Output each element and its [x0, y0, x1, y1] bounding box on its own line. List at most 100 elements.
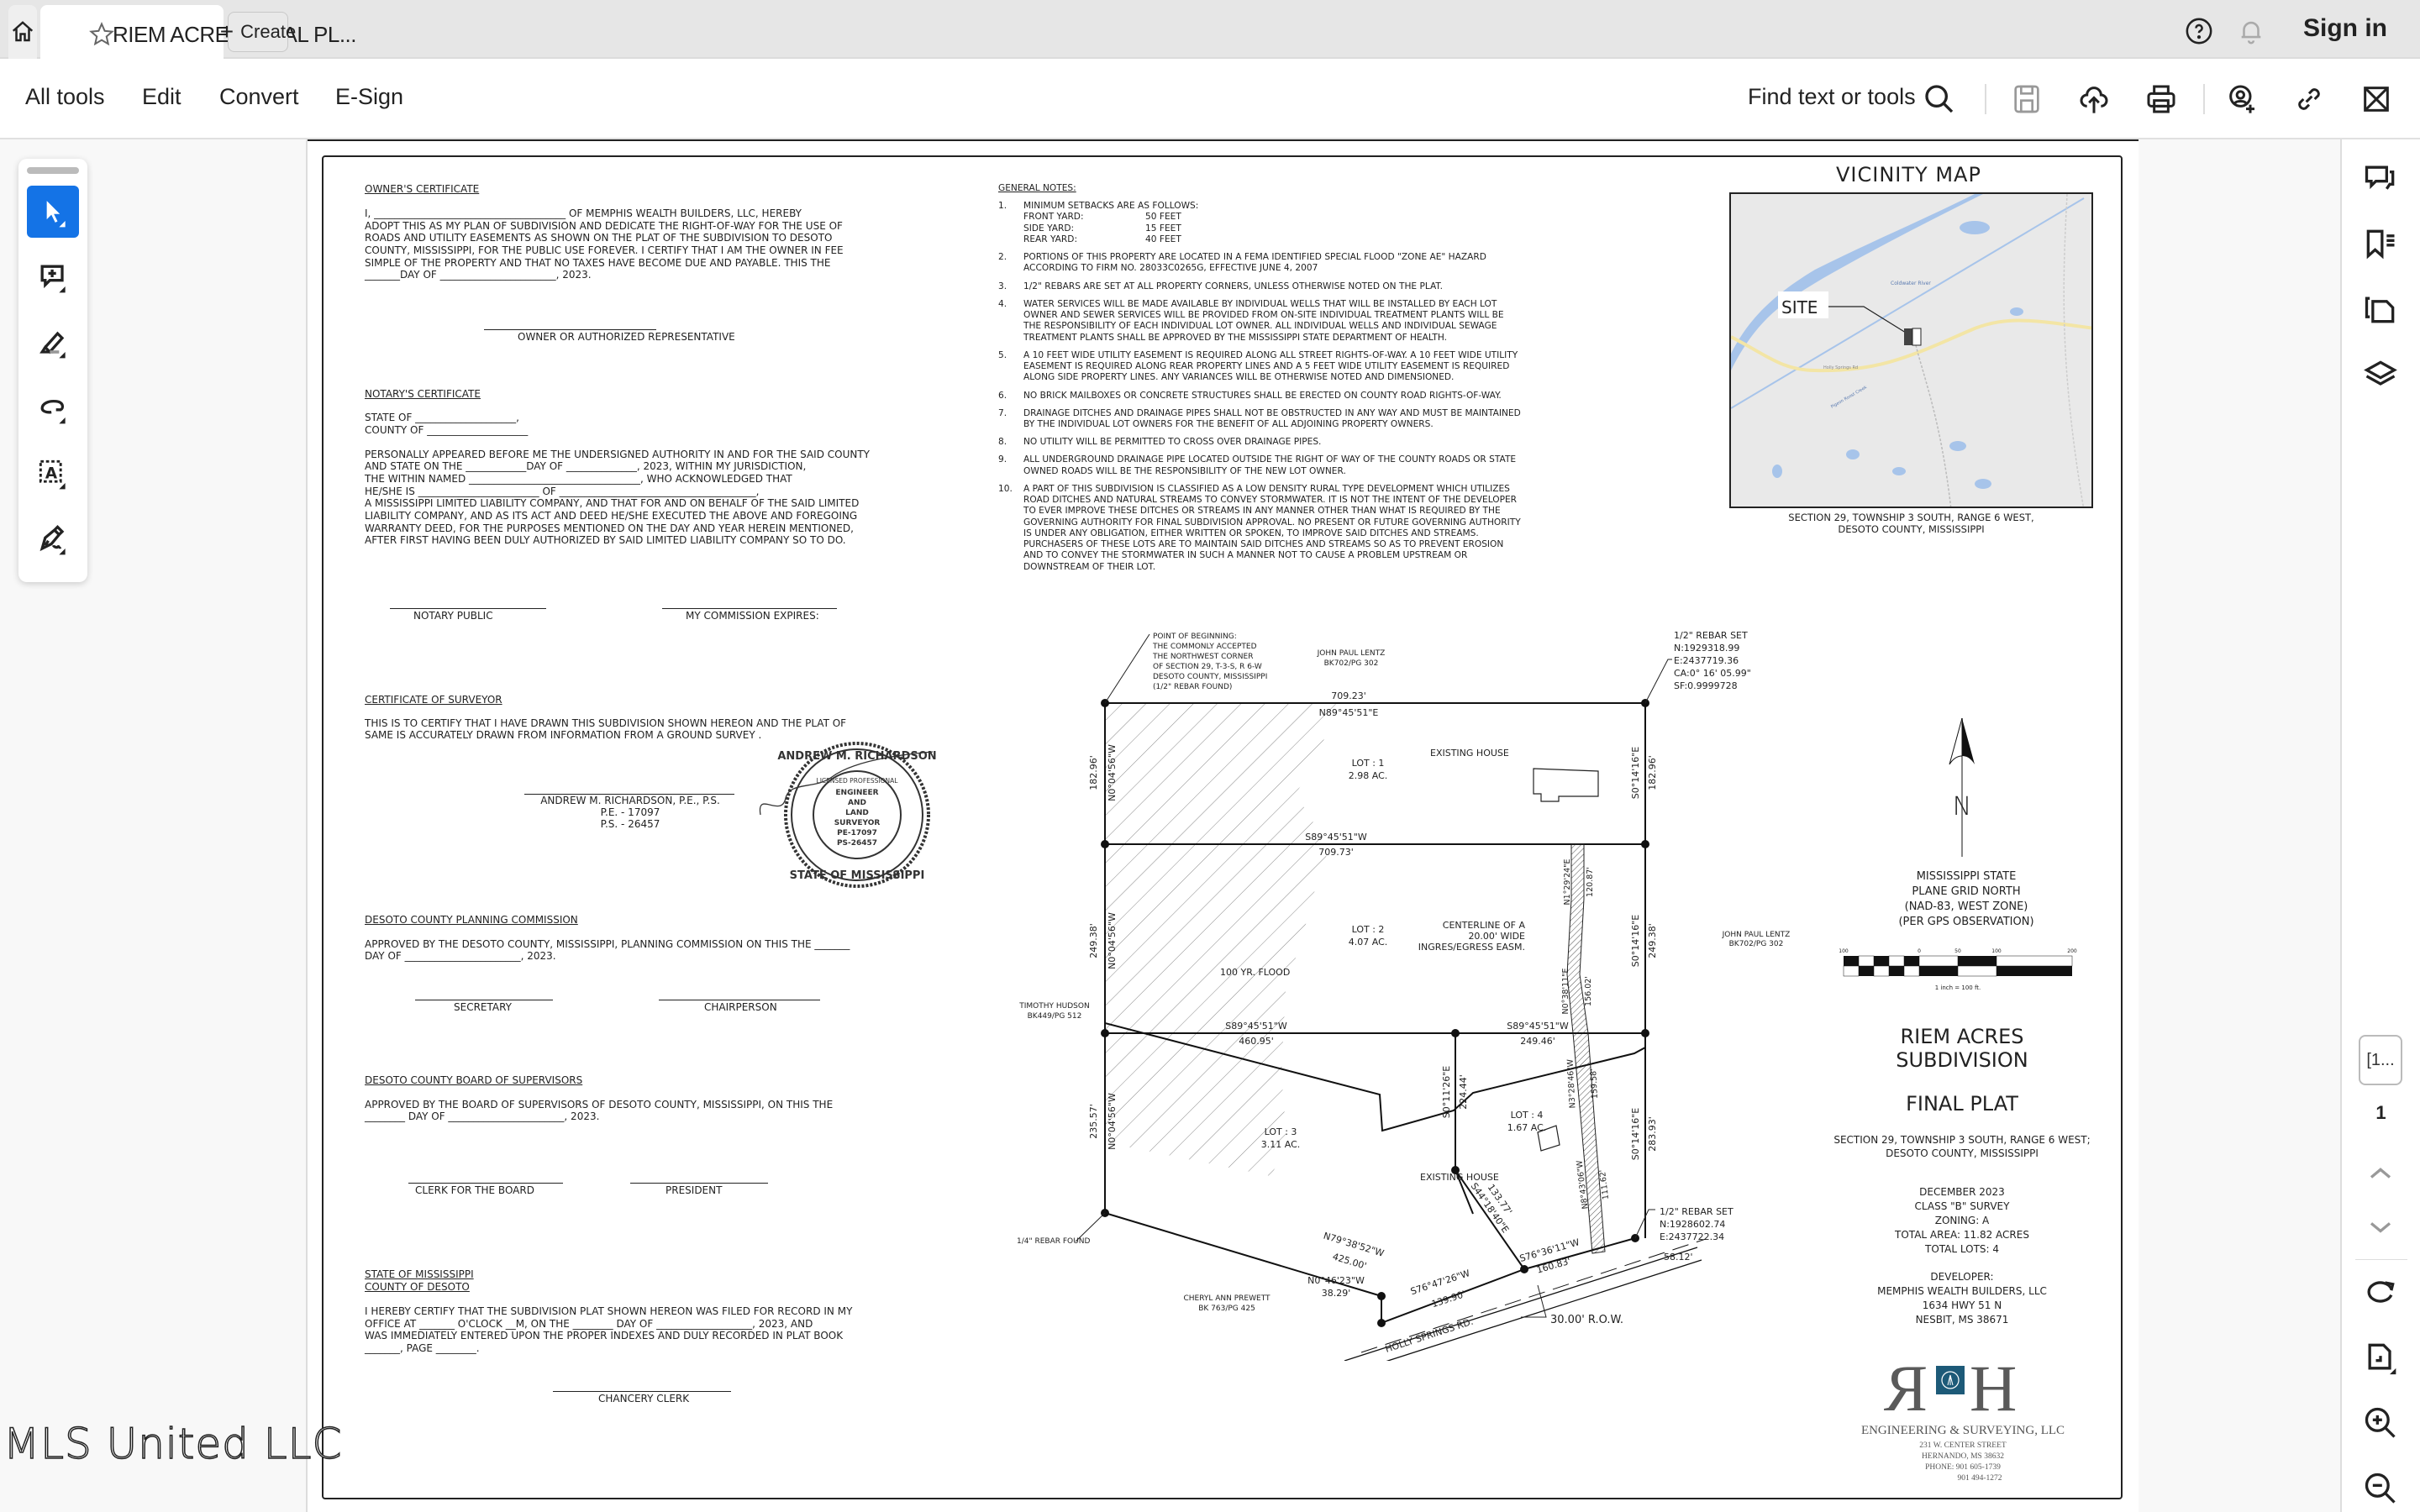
board-line: APPROVED BY THE BOARD OF SUPERVISORS OF …	[365, 1099, 834, 1110]
chevron-up-icon[interactable]	[2362, 1154, 2399, 1191]
chevron-down-icon[interactable]	[2362, 1208, 2399, 1245]
general-note-text: NO UTILITY WILL BE PERMITTED TO CROSS OV…	[1023, 437, 1322, 448]
menu-edit[interactable]: Edit	[142, 84, 182, 110]
surveyor-seal: ANDREW M. RICHARDSON STATE OF MISSISSIPP…	[759, 742, 937, 888]
adjoiner-name: JOHN PAUL LENTZ	[1722, 931, 1791, 939]
call-bearing: S76°36'11"W	[1518, 1236, 1581, 1264]
surveyor-line: SAME IS ACCURATELY DRAWN FROM INFORMATIO…	[365, 729, 762, 741]
add-comment-tool[interactable]	[27, 251, 79, 303]
grid-note-line: (NAD-83, WEST ZONE)	[1904, 900, 2028, 913]
sign-in-button[interactable]: Sign in	[2303, 14, 2387, 43]
mls-watermark: MLS United LLC	[3, 1419, 343, 1469]
call-distance: 139.90'	[1430, 1289, 1467, 1310]
create-button[interactable]: + Create	[220, 12, 296, 52]
menu-all-tools[interactable]: All tools	[25, 84, 105, 110]
pages-icon[interactable]	[2362, 291, 2399, 328]
site-marker	[1912, 328, 1922, 346]
north-arrow: N	[1949, 717, 1975, 857]
toolbar-divider	[2203, 84, 2205, 114]
planning-line: APPROVED BY THE DESOTO COUNTY, MISSISSIP…	[365, 938, 850, 950]
adjoiner-book: BK702/PG 302	[1729, 940, 1784, 948]
road-label: HOLLY SPRINGS RD.	[1384, 1316, 1475, 1355]
zoom-in-icon[interactable]	[2362, 1404, 2399, 1441]
menu-convert[interactable]: Convert	[219, 84, 299, 110]
lot-label: LOT : 2	[1352, 924, 1385, 935]
title-info: TOTAL LOTS: 4	[1924, 1243, 2000, 1255]
find-text-or-tools[interactable]: Find text or tools	[1748, 84, 1916, 110]
notary-state-of: STATE OF ____________________,	[365, 412, 519, 423]
general-note-text: PORTIONS OF THIS PROPERTY ARE LOCATED IN…	[1023, 252, 1486, 274]
signature-line	[553, 1391, 731, 1392]
adjoiner-name: CHERYL ANN PREWETT	[1183, 1294, 1270, 1303]
save-icon[interactable]	[2010, 82, 2044, 116]
seal-top-text: ANDREW M. RICHARDSON	[777, 750, 936, 763]
general-note-text: 1/2" REBARS ARE SET AT ALL PROPERTY CORN…	[1023, 281, 1444, 291]
seal-ring-text: LICENSED PROFESSIONAL	[817, 777, 899, 785]
easement-label: 20.00' WIDE	[1468, 931, 1525, 942]
document-tab[interactable]: RIEM ACRES FINAL PL... ✕	[40, 5, 357, 59]
menu-e-sign[interactable]: E-Sign	[335, 84, 403, 110]
call-distance: 38.29'	[1322, 1288, 1351, 1299]
adjoiner-book: BK 763/PG 425	[1198, 1305, 1255, 1313]
refresh-icon[interactable]	[2362, 1273, 2399, 1310]
logo-letter-r: R	[1884, 1352, 1928, 1425]
general-note-item: 4. WATER SERVICES WILL BE MADE AVAILABLE …	[998, 299, 1524, 344]
general-note-body: A PART OF THIS SUBDIVISION IS CLASSIFIED…	[1023, 484, 1524, 573]
general-note-item: 1. MINIMUM SETBACKS ARE AS FOLLOWS: FRONT …	[998, 201, 1524, 245]
lot-area: 1.67 AC.	[1507, 1122, 1547, 1133]
general-note-body: PORTIONS OF THIS PROPERTY ARE LOCATED IN…	[1023, 252, 1524, 274]
rebar-ne-text: CA:0° 16' 05.99"	[1674, 668, 1751, 679]
mail-icon[interactable]	[2360, 82, 2393, 116]
owners-cert-line: I, _____________________________________…	[365, 207, 802, 219]
existing-house-outline	[1533, 768, 1599, 802]
pond	[1846, 449, 1860, 459]
bookmarks-icon[interactable]	[2362, 225, 2399, 262]
bell-icon[interactable]	[2237, 17, 2265, 45]
general-note-text: NO BRICK MAILBOXES OR CONCRETE STRUCTURE…	[1023, 390, 1502, 401]
grid-note-line: MISSISSIPPI STATE	[1916, 870, 2017, 883]
notary-line: PERSONALLY APPEARED BEFORE ME THE UNDERS…	[365, 449, 871, 460]
rail-drag-handle[interactable]	[27, 167, 79, 174]
recording-line: I HEREBY CERTIFY THAT THE SUBDIVISION PL…	[365, 1305, 853, 1317]
call-bearing: S0°11'26"E	[1441, 1066, 1452, 1119]
help-icon[interactable]	[2185, 17, 2213, 45]
vicinity-map: SITE Coldwater River Pigeon Roost Creek …	[1729, 192, 2093, 508]
zoom-out-icon[interactable]	[2362, 1470, 2399, 1507]
draw-tool[interactable]	[27, 382, 79, 434]
notary-line: AND STATE ON THE ____________DAY OF ____…	[365, 460, 807, 472]
scale-tick: 100	[1839, 948, 1849, 954]
page-fit-icon[interactable]	[2362, 1339, 2399, 1376]
star-icon[interactable]	[89, 22, 114, 47]
search-icon[interactable]	[1923, 82, 1956, 116]
rebar-ne-text: N:1929318.99	[1674, 643, 1739, 654]
link-icon[interactable]	[2292, 82, 2326, 116]
comments-icon[interactable]	[2362, 160, 2399, 197]
select-tool[interactable]	[27, 186, 79, 238]
current-page-number: 1	[2375, 1102, 2386, 1123]
developer-line: 1634 HWY 51 N	[1922, 1299, 2002, 1311]
existing-house-label: EXISTING HOUSE	[1430, 748, 1509, 759]
rebar-se-text: 1/2" REBAR SET	[1660, 1206, 1733, 1217]
share-user-icon[interactable]	[2225, 82, 2259, 116]
layers-icon[interactable]	[2362, 356, 2399, 393]
general-note-text: WATER SERVICES WILL BE MADE AVAILABLE BY…	[1023, 298, 1504, 343]
home-tab[interactable]	[8, 5, 37, 59]
cloud-upload-icon[interactable]	[2077, 82, 2111, 116]
easement-distance: 159.58'	[1589, 1068, 1600, 1099]
subdivision-name: RIEM ACRES	[1900, 1025, 2024, 1048]
general-note-text: A PART OF THIS SUBDIVISION IS CLASSIFIED…	[1023, 483, 1521, 572]
general-note-item: 6. NO BRICK MAILBOXES OR CONCRETE STRUCTU…	[998, 391, 1524, 402]
text-select-tool[interactable]: A	[27, 448, 79, 500]
print-icon[interactable]	[2144, 82, 2178, 116]
highlight-tool[interactable]	[27, 317, 79, 369]
rebar-ne-text: 1/2" REBAR SET	[1674, 630, 1748, 641]
general-note-item: 8. NO UTILITY WILL BE PERMITTED TO CROSS …	[998, 437, 1524, 448]
final-plat-title: FINAL PLAT	[1906, 1092, 2018, 1116]
flood-label: 100 YR. FLOOD	[1220, 967, 1290, 978]
setback-label: SIDE YARD:	[1023, 223, 1075, 234]
sign-tool[interactable]	[27, 513, 79, 565]
signature-line	[630, 1183, 768, 1184]
general-note-number: 5.	[998, 349, 1007, 360]
scale-tick: 200	[2067, 948, 2077, 954]
page-thumbnail-button[interactable]: [1...	[2359, 1035, 2402, 1085]
